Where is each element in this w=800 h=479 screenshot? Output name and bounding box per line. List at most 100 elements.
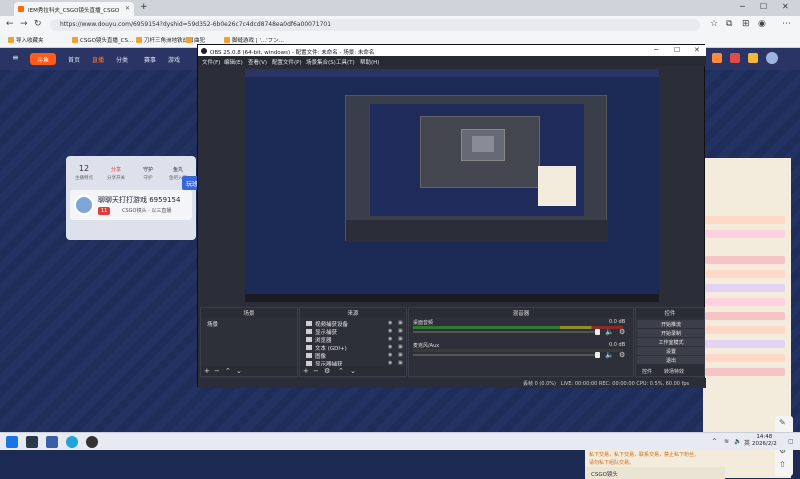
source-item[interactable]: 视频捕获设备 ◉ ▣	[306, 320, 403, 328]
tab-controls[interactable]: 控件	[642, 368, 652, 375]
anchor-avatar[interactable]	[74, 195, 94, 215]
bookmark-item[interactable]: 曲犯	[186, 36, 205, 44]
task-icon[interactable]	[748, 53, 758, 63]
nav-live[interactable]: 直播	[92, 55, 104, 64]
move-up-icon[interactable]: ⌃	[225, 367, 231, 375]
refresh-icon[interactable]: ↻	[34, 19, 42, 29]
menu-file[interactable]: 文件(F)	[202, 58, 220, 66]
settings-button[interactable]: 设置	[637, 347, 705, 355]
download-icon[interactable]	[712, 53, 722, 63]
favorite-icon[interactable]: ☆	[710, 19, 718, 29]
start-recording-button[interactable]: 开始录制	[637, 329, 705, 337]
close-window-icon[interactable]: ✕	[782, 2, 789, 11]
gift-icon[interactable]	[730, 53, 740, 63]
windows-start-icon[interactable]	[6, 436, 18, 448]
add-icon[interactable]: +	[303, 367, 309, 375]
move-up-icon[interactable]: ⌃	[338, 367, 344, 375]
input-language[interactable]: 英	[744, 438, 750, 447]
more-icon[interactable]: ⋯	[782, 19, 791, 29]
tab-transitions[interactable]: 转场特效	[664, 368, 684, 375]
bookmark-item[interactable]: 刀杆三角洲地铁战旗	[136, 36, 194, 44]
add-icon[interactable]: +	[204, 367, 210, 375]
source-item[interactable]: 图像 ◉ ▣	[306, 352, 403, 360]
forward-icon[interactable]: →	[20, 19, 28, 29]
visibility-icon[interactable]: ◉	[388, 328, 392, 334]
lock-icon[interactable]: ▣	[398, 320, 403, 326]
edit-icon[interactable]: ✎	[779, 418, 786, 427]
guard-icon[interactable]: 守护 守护	[134, 164, 162, 181]
obs-preview[interactable]	[245, 69, 659, 302]
speaker-icon[interactable]: 🔈	[605, 328, 614, 336]
gear-icon[interactable]: ⚙	[619, 328, 625, 336]
volume-knob[interactable]	[595, 352, 600, 358]
maximize-icon[interactable]: ☐	[674, 46, 680, 54]
source-item[interactable]: 浏览器 ◉ ▣	[306, 336, 403, 344]
studio-mode-button[interactable]: 工作室模式	[637, 338, 705, 346]
menu-help[interactable]: 帮助(H)	[360, 58, 379, 66]
source-item[interactable]: 文本 (GDI+) ◉ ▣	[306, 344, 403, 352]
visibility-icon[interactable]: ◉	[388, 336, 392, 342]
visibility-icon[interactable]: ◉	[388, 320, 392, 326]
wifi-icon[interactable]: ≋	[724, 438, 729, 445]
bookmark-item[interactable]: 导入收藏夹	[8, 36, 44, 44]
new-tab-icon[interactable]: +	[140, 2, 148, 12]
menu-edit[interactable]: 编辑(E)	[224, 58, 243, 66]
douyu-logo[interactable]: 斗鱼	[30, 53, 56, 65]
volume-slider[interactable]	[413, 331, 599, 333]
extensions-icon[interactable]: ⧉	[726, 19, 732, 29]
minimize-icon[interactable]: ─	[654, 46, 658, 54]
edge-icon[interactable]	[66, 436, 78, 448]
lock-icon[interactable]: ▣	[398, 352, 403, 358]
nav-category[interactable]: 分类	[116, 55, 128, 64]
menu-scene-collection[interactable]: 场景集合(S)	[306, 58, 336, 66]
bookmark-item[interactable]: 脚缝游戏 | '...'フン...	[224, 36, 284, 44]
back-icon[interactable]: ←	[6, 19, 14, 29]
volume-slider[interactable]	[413, 354, 599, 356]
user-avatar[interactable]	[766, 52, 778, 64]
maximize-icon[interactable]: ☐	[760, 2, 767, 11]
chat-channel-tag[interactable]: CSGO镜头	[585, 467, 725, 479]
volume-knob[interactable]	[595, 329, 600, 335]
system-clock[interactable]: 14:48 2026/2/2	[752, 434, 777, 448]
visibility-icon[interactable]: ◉	[388, 344, 392, 350]
nav-games[interactable]: 游戏	[168, 55, 180, 64]
close-tab-icon[interactable]: ✕	[125, 5, 130, 12]
bookmark-item[interactable]: CSGO镜头直播_CS...	[72, 36, 133, 44]
nav-home[interactable]: 首页	[68, 55, 80, 64]
speaker-icon[interactable]: 🔈	[605, 351, 614, 359]
lock-icon[interactable]: ▣	[398, 344, 403, 350]
menu-view[interactable]: 查看(V)	[248, 58, 267, 66]
remove-icon[interactable]: −	[313, 367, 319, 375]
menu-profile[interactable]: 配置文件(P)	[272, 58, 302, 66]
visibility-icon[interactable]: ◉	[388, 352, 392, 358]
lock-icon[interactable]: ▣	[398, 336, 403, 342]
start-streaming-button[interactable]: 开始推流	[637, 320, 705, 328]
lock-icon[interactable]: ▣	[398, 328, 403, 334]
move-down-icon[interactable]: ⌄	[236, 367, 242, 375]
scene-item[interactable]: 场景	[207, 320, 218, 328]
volume-icon[interactable]: 🔈	[734, 438, 741, 445]
share-icon[interactable]: 分享 分享开关	[102, 164, 130, 181]
browser-tab[interactable]: IEM秀拉科夫_CSGO镜头直播_CSGO ✕	[14, 2, 134, 16]
close-icon[interactable]: ✕	[694, 46, 700, 54]
exit-button[interactable]: 退出	[637, 356, 705, 364]
collections-icon[interactable]: ⊞	[742, 19, 750, 29]
remove-icon[interactable]: −	[214, 367, 220, 375]
top-icon[interactable]: ⇧	[779, 460, 786, 469]
address-bar[interactable]: https://www.douyu.com/6959154?dyshid=59d…	[50, 19, 700, 31]
tray-chevron-icon[interactable]: ^	[712, 438, 717, 445]
profile-icon[interactable]: ◉	[758, 19, 766, 29]
minimize-icon[interactable]: ─	[740, 2, 745, 11]
anchor-category[interactable]: CSGO镜头 · 以三直播	[122, 207, 171, 214]
source-item[interactable]: 显示捕获 ◉ ▣	[306, 328, 403, 336]
nav-events[interactable]: 赛事	[144, 55, 156, 64]
menu-tools[interactable]: 工具(T)	[336, 58, 355, 66]
file-explorer-icon[interactable]	[46, 436, 58, 448]
notification-icon[interactable]: ▢	[788, 438, 794, 445]
move-down-icon[interactable]: ⌄	[350, 367, 356, 375]
menu-icon[interactable]: ≡	[12, 53, 19, 62]
gear-icon[interactable]: ⚙	[324, 367, 330, 375]
gear-icon[interactable]: ⚙	[619, 351, 625, 359]
obs-icon[interactable]	[86, 436, 98, 448]
app-icon[interactable]	[26, 436, 38, 448]
